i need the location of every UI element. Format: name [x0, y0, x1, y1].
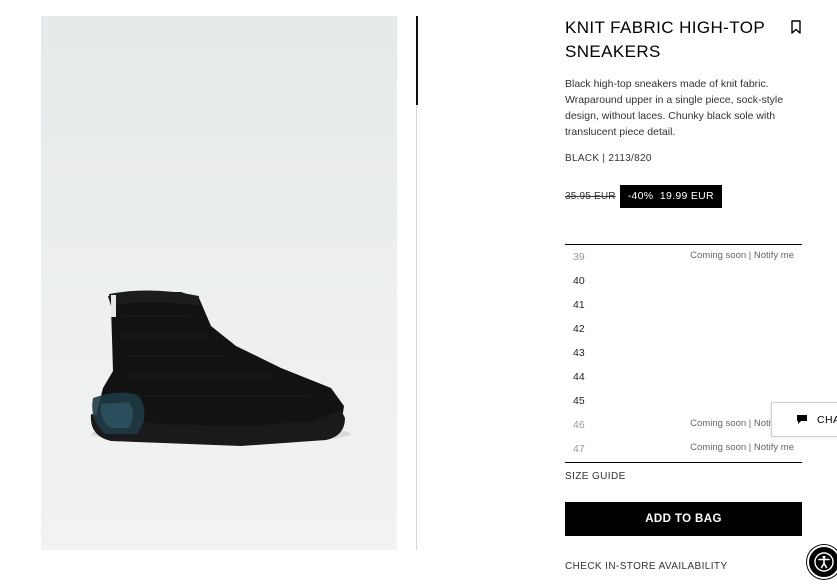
- gallery-scroll-thumb[interactable]: [416, 16, 418, 105]
- accessibility-button[interactable]: [807, 545, 837, 579]
- sale-price: 19.99 EUR: [659, 190, 714, 202]
- size-label: 44: [573, 371, 585, 383]
- product-info: KNIT FABRIC HIGH-TOP SNEAKERS Black high…: [565, 16, 803, 208]
- size-availability-note[interactable]: Coming soon | Notify me: [690, 250, 794, 261]
- size-label: 42: [573, 323, 585, 335]
- product-title: KNIT FABRIC HIGH-TOP SNEAKERS: [565, 18, 765, 61]
- size-availability-note[interactable]: Coming soon | Notify me: [690, 442, 794, 453]
- size-label: 43: [573, 347, 585, 359]
- sale-price-badge: -40% 19.99 EUR: [619, 185, 722, 208]
- size-label: 41: [573, 299, 585, 311]
- size-option[interactable]: 42: [565, 317, 802, 341]
- size-label: 45: [573, 395, 585, 407]
- size-option[interactable]: 45: [565, 389, 802, 413]
- size-selector: 39 Coming soon | Notify me 40 41 42 43 44…: [565, 244, 802, 463]
- product-color-reference: BLACK | 2113/820: [565, 153, 652, 164]
- sneaker-illustration: [90, 290, 351, 446]
- size-option[interactable]: 46 Coming soon | Notify me: [565, 413, 802, 437]
- bookmark-icon[interactable]: [789, 19, 803, 35]
- discount-percent: -40%: [627, 190, 654, 202]
- size-option[interactable]: 43: [565, 341, 802, 365]
- size-label: 46: [573, 419, 585, 431]
- size-label: 47: [573, 443, 585, 455]
- product-image[interactable]: [41, 16, 397, 550]
- size-option[interactable]: 44: [565, 365, 802, 389]
- accessibility-icon: [814, 552, 834, 572]
- size-option[interactable]: 39 Coming soon | Notify me: [565, 245, 802, 269]
- size-option[interactable]: 41: [565, 293, 802, 317]
- size-label: 40: [573, 275, 585, 287]
- size-option[interactable]: 40: [565, 269, 802, 293]
- size-guide-link[interactable]: SIZE GUIDE: [565, 471, 626, 482]
- chat-label: CHAT: [817, 413, 837, 426]
- price-row: 35.95 EUR -40% 19.99 EUR: [565, 185, 722, 208]
- size-option[interactable]: 47 Coming soon | Notify me: [565, 437, 802, 461]
- chat-button[interactable]: CHAT: [771, 402, 837, 437]
- original-price: 35.95 EUR: [565, 191, 616, 202]
- product-description: Black high-top sneakers made of knit fab…: [565, 78, 784, 138]
- size-label: 39: [573, 251, 585, 263]
- chat-bubble-icon: [797, 415, 807, 424]
- add-to-bag-button[interactable]: ADD TO BAG: [565, 502, 802, 536]
- check-store-availability-link[interactable]: CHECK IN-STORE AVAILABILITY: [565, 561, 728, 572]
